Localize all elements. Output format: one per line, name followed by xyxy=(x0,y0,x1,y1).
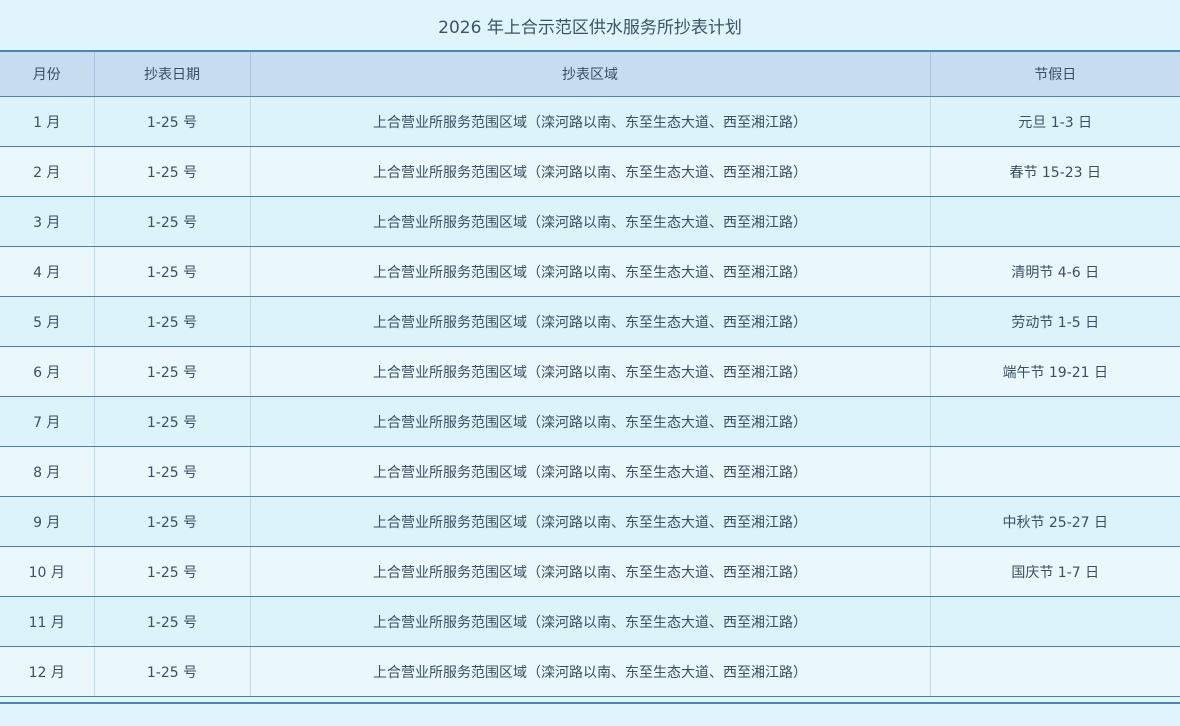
holiday-cell: 劳动节 1-5 日 xyxy=(930,296,1180,347)
month-cell: 9 月 xyxy=(0,496,95,547)
area-cell: 上合营业所服务范围区域（滦河路以南、东至生态大道、西至湘江路） xyxy=(250,96,931,147)
date-cell: 1-25 号 xyxy=(94,596,251,647)
date-cell: 1-25 号 xyxy=(94,646,251,697)
month-cell: 2 月 xyxy=(0,146,95,197)
area-cell: 上合营业所服务范围区域（滦河路以南、东至生态大道、西至湘江路） xyxy=(250,496,931,547)
date-cell: 1-25 号 xyxy=(94,396,251,447)
table-header-row: 月份 抄表日期 抄表区域 节假日 xyxy=(0,52,1180,97)
holiday-cell: 端午节 19-21 日 xyxy=(930,346,1180,397)
holiday-cell: 国庆节 1-7 日 xyxy=(930,546,1180,597)
area-cell: 上合营业所服务范围区域（滦河路以南、东至生态大道、西至湘江路） xyxy=(250,246,931,297)
column-header-area: 抄表区域 xyxy=(250,52,931,97)
date-cell: 1-25 号 xyxy=(94,196,251,247)
month-cell: 6 月 xyxy=(0,346,95,397)
table-body: 1 月 1-25 号上合营业所服务范围区域（滦河路以南、东至生态大道、西至湘江路）… xyxy=(0,96,1180,697)
area-cell: 上合营业所服务范围区域（滦河路以南、东至生态大道、西至湘江路） xyxy=(250,596,931,647)
page-title: 2026 年上合示范区供水服务所抄表计划 xyxy=(0,0,1180,52)
table-row: 8 月 1-25 号上合营业所服务范围区域（滦河路以南、东至生态大道、西至湘江路） xyxy=(0,446,1180,497)
area-cell: 上合营业所服务范围区域（滦河路以南、东至生态大道、西至湘江路） xyxy=(250,146,931,197)
holiday-cell xyxy=(930,446,1180,497)
area-cell: 上合营业所服务范围区域（滦河路以南、东至生态大道、西至湘江路） xyxy=(250,346,931,397)
table-row: 12 月 1-25 号上合营业所服务范围区域（滦河路以南、东至生态大道、西至湘江路… xyxy=(0,646,1180,697)
table-row: 9 月 1-25 号上合营业所服务范围区域（滦河路以南、东至生态大道、西至湘江路）… xyxy=(0,496,1180,547)
column-header-date: 抄表日期 xyxy=(94,52,251,97)
date-cell: 1-25 号 xyxy=(94,446,251,497)
column-header-month: 月份 xyxy=(0,52,95,97)
table-row: 1 月 1-25 号上合营业所服务范围区域（滦河路以南、东至生态大道、西至湘江路）… xyxy=(0,96,1180,147)
month-cell: 12 月 xyxy=(0,646,95,697)
date-cell: 1-25 号 xyxy=(94,496,251,547)
month-cell: 3 月 xyxy=(0,196,95,247)
holiday-cell: 元旦 1-3 日 xyxy=(930,96,1180,147)
month-cell: 5 月 xyxy=(0,296,95,347)
holiday-cell xyxy=(930,596,1180,647)
table-row: 10 月 1-25 号上合营业所服务范围区域（滦河路以南、东至生态大道、西至湘江路… xyxy=(0,546,1180,597)
table-row: 7 月 1-25 号上合营业所服务范围区域（滦河路以南、东至生态大道、西至湘江路） xyxy=(0,396,1180,447)
month-cell: 4 月 xyxy=(0,246,95,297)
holiday-cell xyxy=(930,646,1180,697)
area-cell: 上合营业所服务范围区域（滦河路以南、东至生态大道、西至湘江路） xyxy=(250,646,931,697)
area-cell: 上合营业所服务范围区域（滦河路以南、东至生态大道、西至湘江路） xyxy=(250,296,931,347)
holiday-cell: 清明节 4-6 日 xyxy=(930,246,1180,297)
date-cell: 1-25 号 xyxy=(94,96,251,147)
meter-reading-schedule-table: 月份 抄表日期 抄表区域 节假日 1 月 1-25 号上合营业所服务范围区域（滦河… xyxy=(0,52,1180,697)
month-cell: 8 月 xyxy=(0,446,95,497)
date-cell: 1-25 号 xyxy=(94,296,251,347)
holiday-cell: 中秋节 25-27 日 xyxy=(930,496,1180,547)
holiday-cell xyxy=(930,396,1180,447)
table-row: 6 月 1-25 号上合营业所服务范围区域（滦河路以南、东至生态大道、西至湘江路）… xyxy=(0,346,1180,397)
table-row: 3 月 1-25 号上合营业所服务范围区域（滦河路以南、东至生态大道、西至湘江路） xyxy=(0,196,1180,247)
month-cell: 11 月 xyxy=(0,596,95,647)
table-row: 2 月 1-25 号上合营业所服务范围区域（滦河路以南、东至生态大道、西至湘江路）… xyxy=(0,146,1180,197)
holiday-cell xyxy=(930,196,1180,247)
date-cell: 1-25 号 xyxy=(94,346,251,397)
table-row: 4 月 1-25 号上合营业所服务范围区域（滦河路以南、东至生态大道、西至湘江路）… xyxy=(0,246,1180,297)
table-row: 11 月 1-25 号上合营业所服务范围区域（滦河路以南、东至生态大道、西至湘江路… xyxy=(0,596,1180,647)
holiday-cell: 春节 15-23 日 xyxy=(930,146,1180,197)
bottom-divider xyxy=(0,702,1180,704)
area-cell: 上合营业所服务范围区域（滦河路以南、东至生态大道、西至湘江路） xyxy=(250,196,931,247)
area-cell: 上合营业所服务范围区域（滦河路以南、东至生态大道、西至湘江路） xyxy=(250,546,931,597)
date-cell: 1-25 号 xyxy=(94,546,251,597)
month-cell: 1 月 xyxy=(0,96,95,147)
area-cell: 上合营业所服务范围区域（滦河路以南、东至生态大道、西至湘江路） xyxy=(250,396,931,447)
area-cell: 上合营业所服务范围区域（滦河路以南、东至生态大道、西至湘江路） xyxy=(250,446,931,497)
month-cell: 10 月 xyxy=(0,546,95,597)
table-row: 5 月 1-25 号上合营业所服务范围区域（滦河路以南、东至生态大道、西至湘江路）… xyxy=(0,296,1180,347)
column-header-holiday: 节假日 xyxy=(930,52,1180,97)
date-cell: 1-25 号 xyxy=(94,146,251,197)
date-cell: 1-25 号 xyxy=(94,246,251,297)
month-cell: 7 月 xyxy=(0,396,95,447)
